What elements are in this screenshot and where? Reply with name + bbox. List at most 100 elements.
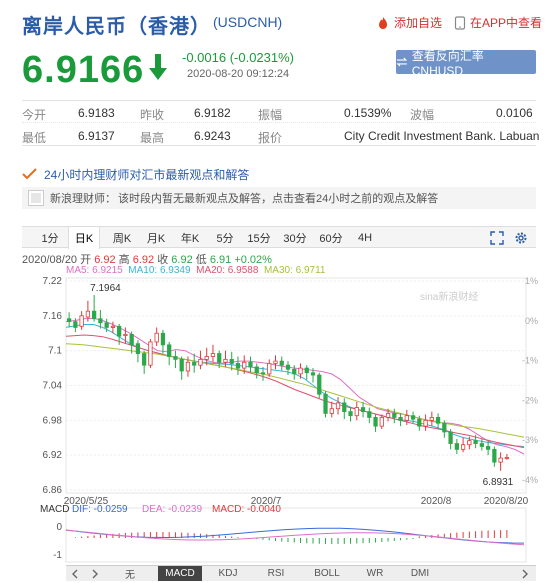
- candle-body: [329, 408, 334, 414]
- candle-body: [123, 334, 128, 336]
- indicator-tab-dmi[interactable]: DMI: [406, 566, 434, 581]
- candle-body: [179, 358, 184, 372]
- macd-tick-label: -1: [53, 550, 62, 561]
- stat-label: 报价: [258, 131, 283, 145]
- candle-body: [92, 310, 97, 320]
- candle-body: [73, 321, 78, 328]
- candle-body: [467, 440, 472, 446]
- avatar: [28, 190, 44, 206]
- swap-icon: [396, 57, 408, 67]
- chart-grid: [65, 277, 527, 494]
- chevron-right-icon[interactable]: [90, 569, 100, 579]
- candle-body: [429, 417, 434, 421]
- candle-body: [129, 334, 134, 346]
- y-tick-label: 6.92: [43, 450, 63, 461]
- stat-value: 6.9243: [194, 129, 231, 143]
- chevron-right-icon[interactable]: [520, 569, 530, 579]
- header: 离岸人民币（香港） (USDCNH) 添加自选 在APP中查看: [0, 0, 550, 44]
- tab-yearly[interactable]: 年K: [176, 227, 204, 248]
- page-title: 离岸人民币（香港）: [22, 16, 211, 38]
- macd-tick-label: 0: [56, 522, 62, 533]
- app-view-label: 在APP中查看: [470, 16, 543, 30]
- advisor-tip-headline: 24小时内理财师对汇市最新观点和解答: [44, 167, 250, 182]
- candle-body: [110, 325, 116, 328]
- tab-4h[interactable]: 4H: [352, 227, 378, 248]
- candle-body: [435, 417, 441, 424]
- fullscreen-icon[interactable]: [490, 231, 504, 245]
- advisor-message[interactable]: 新浪理财师： 该时段内暂无最新观点及解答，点击查看24小时之前的观点及解答: [22, 187, 536, 209]
- stat-value: 6.9183: [78, 106, 115, 120]
- candle-body: [404, 415, 409, 421]
- stat-label: 波幅: [410, 108, 435, 122]
- down-arrow-icon: [149, 54, 167, 80]
- stat-label: 振幅: [258, 108, 283, 122]
- candle-body: [304, 367, 309, 374]
- candle-body: [173, 356, 178, 360]
- sina-watermark: sina新浪财经: [420, 290, 478, 303]
- indicator-tab-kdj[interactable]: KDJ: [212, 566, 244, 581]
- indicator-tab-boll[interactable]: BOLL: [310, 566, 344, 581]
- advisor-author: 新浪理财师：: [50, 193, 116, 205]
- y-tick-label: 7.16: [43, 311, 63, 322]
- reverse-rate-button[interactable]: 查看反向汇率 CNHUSD: [396, 49, 536, 78]
- ma-lines: [65, 317, 525, 455]
- candle-body: [117, 325, 122, 337]
- kline-chart[interactable]: 7.22 7.16 7.1 7.04 6.98 6.92 6.86 1% 0% -1% -2% -3…: [0, 270, 550, 565]
- indicator-tab-none[interactable]: 无: [116, 566, 144, 581]
- gear-icon[interactable]: [514, 231, 528, 245]
- candle-body: [498, 457, 503, 463]
- stats-table: 今开 6.9183 昨收 6.9182 振幅 0.1539% 波幅 0.0106…: [22, 100, 539, 146]
- candle-body: [392, 412, 397, 418]
- y-tick-label: 6.98: [43, 415, 63, 426]
- add-watch-link[interactable]: 添加自选: [376, 14, 442, 31]
- tab-weekly[interactable]: 周K: [108, 227, 136, 248]
- macd-dea: DEA: -0.0239: [142, 504, 202, 515]
- candle-body: [323, 393, 328, 414]
- candle-body: [154, 332, 159, 343]
- app-view-link[interactable]: 在APP中查看: [454, 14, 542, 31]
- tab-5min[interactable]: 5分: [212, 227, 238, 248]
- macd-value: MACD: -0.0040: [212, 504, 281, 515]
- candle-body: [479, 443, 484, 447]
- stat-value: 0.0106: [496, 106, 533, 120]
- candle-body: [260, 372, 266, 375]
- candle-body: [223, 358, 228, 363]
- ma5-line: [65, 317, 525, 455]
- x-tick-label: 2020/8: [421, 496, 452, 507]
- y-tick-label: 6.86: [43, 485, 63, 496]
- candle-body: [135, 343, 141, 354]
- candle-body: [473, 440, 478, 444]
- stat-label: 最低: [22, 131, 47, 145]
- advisor-tip-link[interactable]: 24小时内理财师对汇市最新观点和解答: [22, 163, 536, 185]
- stat-label: 最高: [140, 131, 165, 145]
- phone-icon: [454, 15, 466, 30]
- tab-15min[interactable]: 15分: [244, 227, 274, 248]
- tab-1min[interactable]: 1分: [36, 227, 64, 248]
- candle-body: [292, 368, 297, 375]
- candle-body: [398, 417, 403, 421]
- tab-monthly[interactable]: 月K: [142, 227, 170, 248]
- candle-body: [354, 407, 359, 417]
- candle-body: [485, 446, 491, 450]
- candle-body: [360, 407, 366, 413]
- candle-body: [242, 361, 247, 369]
- indicator-tab-rsi[interactable]: RSI: [262, 566, 290, 581]
- candle-body: [67, 318, 72, 323]
- advisor-message-text: 该时段内暂无最新观点及解答，点击查看24小时之前的观点及解答: [118, 193, 439, 205]
- stats-row: 今开 6.9183 昨收 6.9182 振幅 0.1539% 波幅 0.0106: [22, 101, 536, 123]
- candle-body: [454, 443, 459, 450]
- candle-body: [248, 361, 253, 368]
- reverse-rate-label: 查看反向汇率 CNHUSD: [411, 48, 484, 78]
- tab-30min[interactable]: 30分: [280, 227, 310, 248]
- candle-body: [104, 322, 109, 328]
- y-axis: 7.22 7.16 7.1 7.04 6.98 6.92 6.86: [43, 276, 63, 496]
- candle-body: [79, 315, 84, 327]
- indicator-tab-macd[interactable]: MACD: [158, 566, 202, 581]
- price-change: -0.0016 (-0.0231%): [182, 50, 295, 65]
- tab-60min[interactable]: 60分: [316, 227, 346, 248]
- tab-daily[interactable]: 日K: [68, 227, 100, 249]
- percent-tick-label: 1%: [525, 276, 538, 286]
- indicator-tab-wr[interactable]: WR: [362, 566, 388, 581]
- candle-body: [410, 415, 416, 420]
- chevron-left-icon[interactable]: [70, 569, 80, 579]
